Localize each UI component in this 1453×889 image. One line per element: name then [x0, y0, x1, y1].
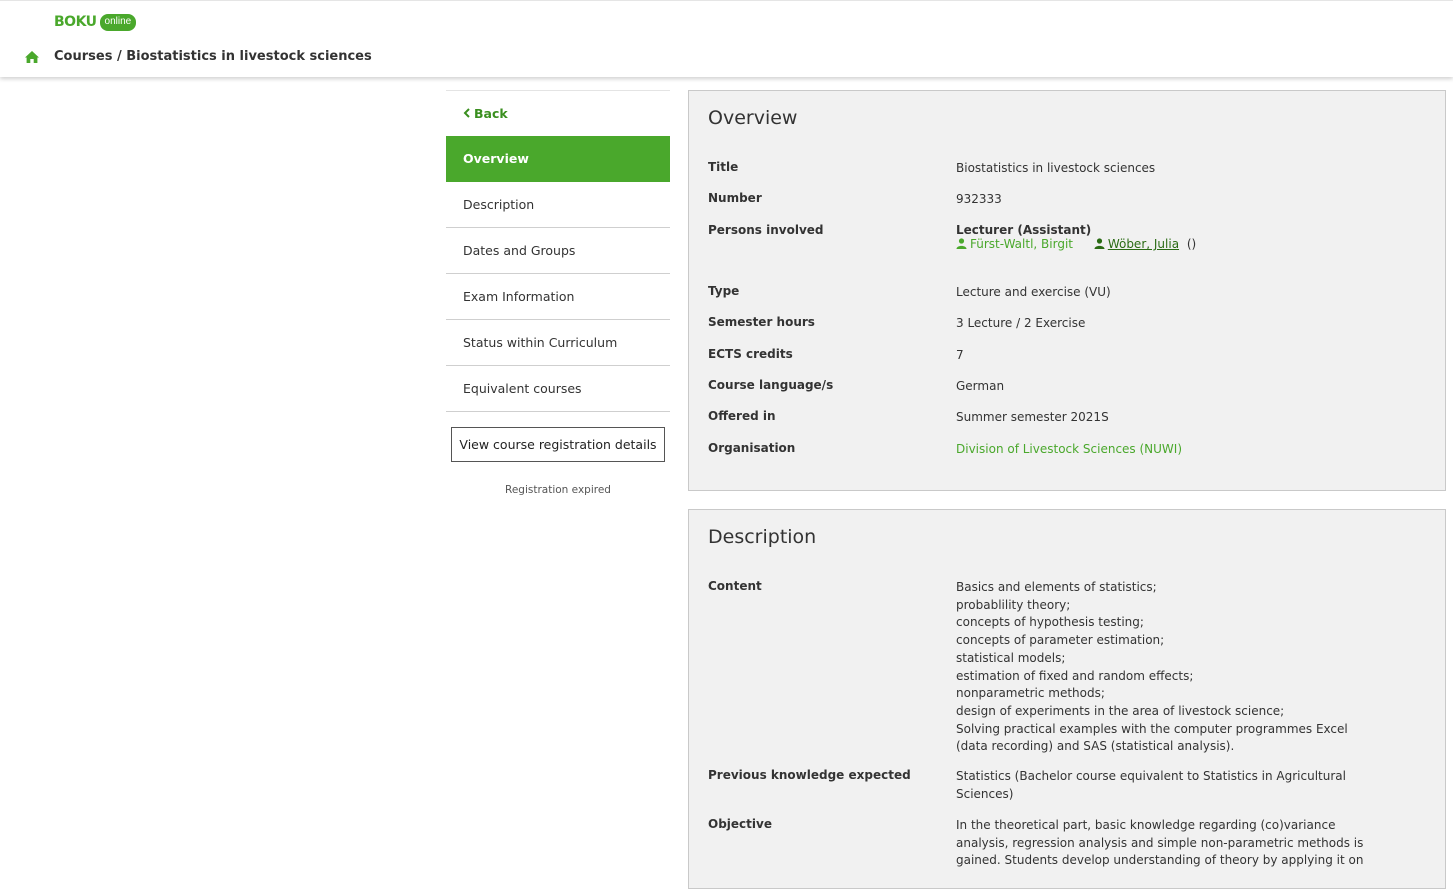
title-value: Biostatistics in livestock sciences [956, 161, 1156, 175]
description-panel: Description Content Basics and elements … [688, 509, 1446, 889]
content-value: Basics and elements of statistics; proba… [956, 579, 1348, 756]
breadcrumb-path[interactable]: Courses / Biostatistics in livestock sci… [54, 49, 372, 64]
previous-knowledge-value: Statistics (Bachelor course equivalent t… [956, 768, 1346, 803]
logo-boku-text: BOKU [54, 14, 97, 30]
objective-label: Objective [708, 817, 772, 831]
person-name-2: Wöber, Julia [1107, 237, 1180, 251]
chevron-left-icon [463, 91, 470, 137]
objective-line: analysis, regression analysis and simple… [956, 835, 1364, 850]
objective-value: In the theoretical part, basic knowledge… [956, 817, 1363, 870]
prev-line: Statistics (Bachelor course equivalent t… [956, 769, 1346, 783]
persons-value: Lecturer (Assistant) Fürst-Waltl, Birgit… [956, 223, 1196, 251]
offered-in-value: Summer semester 2021S [956, 410, 1109, 424]
content-line: design of experiments in the area of liv… [956, 703, 1285, 718]
content-label: Content [708, 579, 762, 593]
number-label: Number [708, 191, 762, 205]
back-link[interactable]: Back [446, 90, 670, 136]
language-label: Course language/s [708, 378, 834, 392]
overview-heading: Overview [708, 107, 798, 129]
organisation-label: Organisation [708, 441, 796, 455]
nav-item-equivalent-courses[interactable]: Equivalent courses [446, 366, 670, 412]
ects-label: ECTS credits [708, 347, 793, 361]
home-icon[interactable] [24, 50, 40, 64]
semester-hours-value: 3 Lecture / 2 Exercise [956, 316, 1086, 330]
nav-item-overview[interactable]: Overview [446, 136, 670, 182]
description-heading: Description [708, 526, 817, 548]
organisation-link[interactable]: Division of Livestock Sciences (NUWI) [956, 441, 1182, 459]
top-bar: BOKU online Courses / Biostatistics in l… [0, 0, 1453, 77]
number-value: 932333 [956, 192, 1002, 206]
title-label: Title [708, 160, 739, 174]
logo-online-badge: online [99, 13, 137, 31]
nav-item-dates-and-groups[interactable]: Dates and Groups [446, 228, 670, 274]
nav-item-description[interactable]: Description [446, 182, 670, 228]
person-2-suffix: () [1186, 237, 1197, 251]
nav-item-exam-information[interactable]: Exam Information [446, 274, 670, 320]
previous-knowledge-label: Previous knowledge expected [708, 768, 911, 782]
persons-role: Lecturer (Assistant) [956, 223, 1092, 237]
boku-online-logo[interactable]: BOKU online [54, 13, 137, 31]
prev-line: Sciences) [956, 786, 1014, 801]
content-line: concepts of parameter estimation; [956, 633, 1165, 648]
offered-in-label: Offered in [708, 409, 776, 423]
person-link-2[interactable]: Wöber, Julia [1094, 237, 1183, 251]
content-line: probablility theory; [956, 597, 1071, 612]
semester-hours-label: Semester hours [708, 315, 815, 329]
user-icon [956, 238, 967, 249]
content-line: nonparametric methods; [956, 686, 1105, 701]
language-value: German [956, 379, 1005, 393]
content-line: Basics and elements of statistics; [956, 580, 1157, 594]
nav-item-status-within-curriculum[interactable]: Status within Curriculum [446, 320, 670, 366]
user-icon [1094, 238, 1105, 249]
ects-value: 7 [956, 348, 964, 362]
overview-panel: Overview Title Biostatistics in livestoc… [688, 90, 1446, 491]
person-link-1[interactable]: Fürst-Waltl, Birgit [956, 237, 1077, 251]
content-line: (data recording) and SAS (statistical an… [956, 739, 1235, 754]
content-line: statistical models; [956, 650, 1066, 665]
breadcrumb: Courses / Biostatistics in livestock sci… [24, 49, 372, 64]
view-registration-details-button[interactable]: View course registration details [451, 427, 665, 462]
person-name-1: Fürst-Waltl, Birgit [970, 237, 1073, 251]
content-line: concepts of hypothesis testing; [956, 615, 1144, 630]
registration-status-text: Registration expired [505, 484, 611, 496]
content-line: Solving practical examples with the comp… [956, 721, 1348, 736]
type-label: Type [708, 284, 740, 298]
objective-line: gained. Students develop understanding o… [956, 853, 1364, 868]
back-label: Back [474, 106, 508, 121]
content-line: estimation of fixed and random effects; [956, 668, 1194, 683]
objective-line: In the theoretical part, basic knowledge… [956, 818, 1336, 832]
type-value: Lecture and exercise (VU) [956, 285, 1111, 299]
course-sidenav: Back Overview Description Dates and Grou… [446, 90, 670, 412]
persons-label: Persons involved [708, 223, 824, 237]
